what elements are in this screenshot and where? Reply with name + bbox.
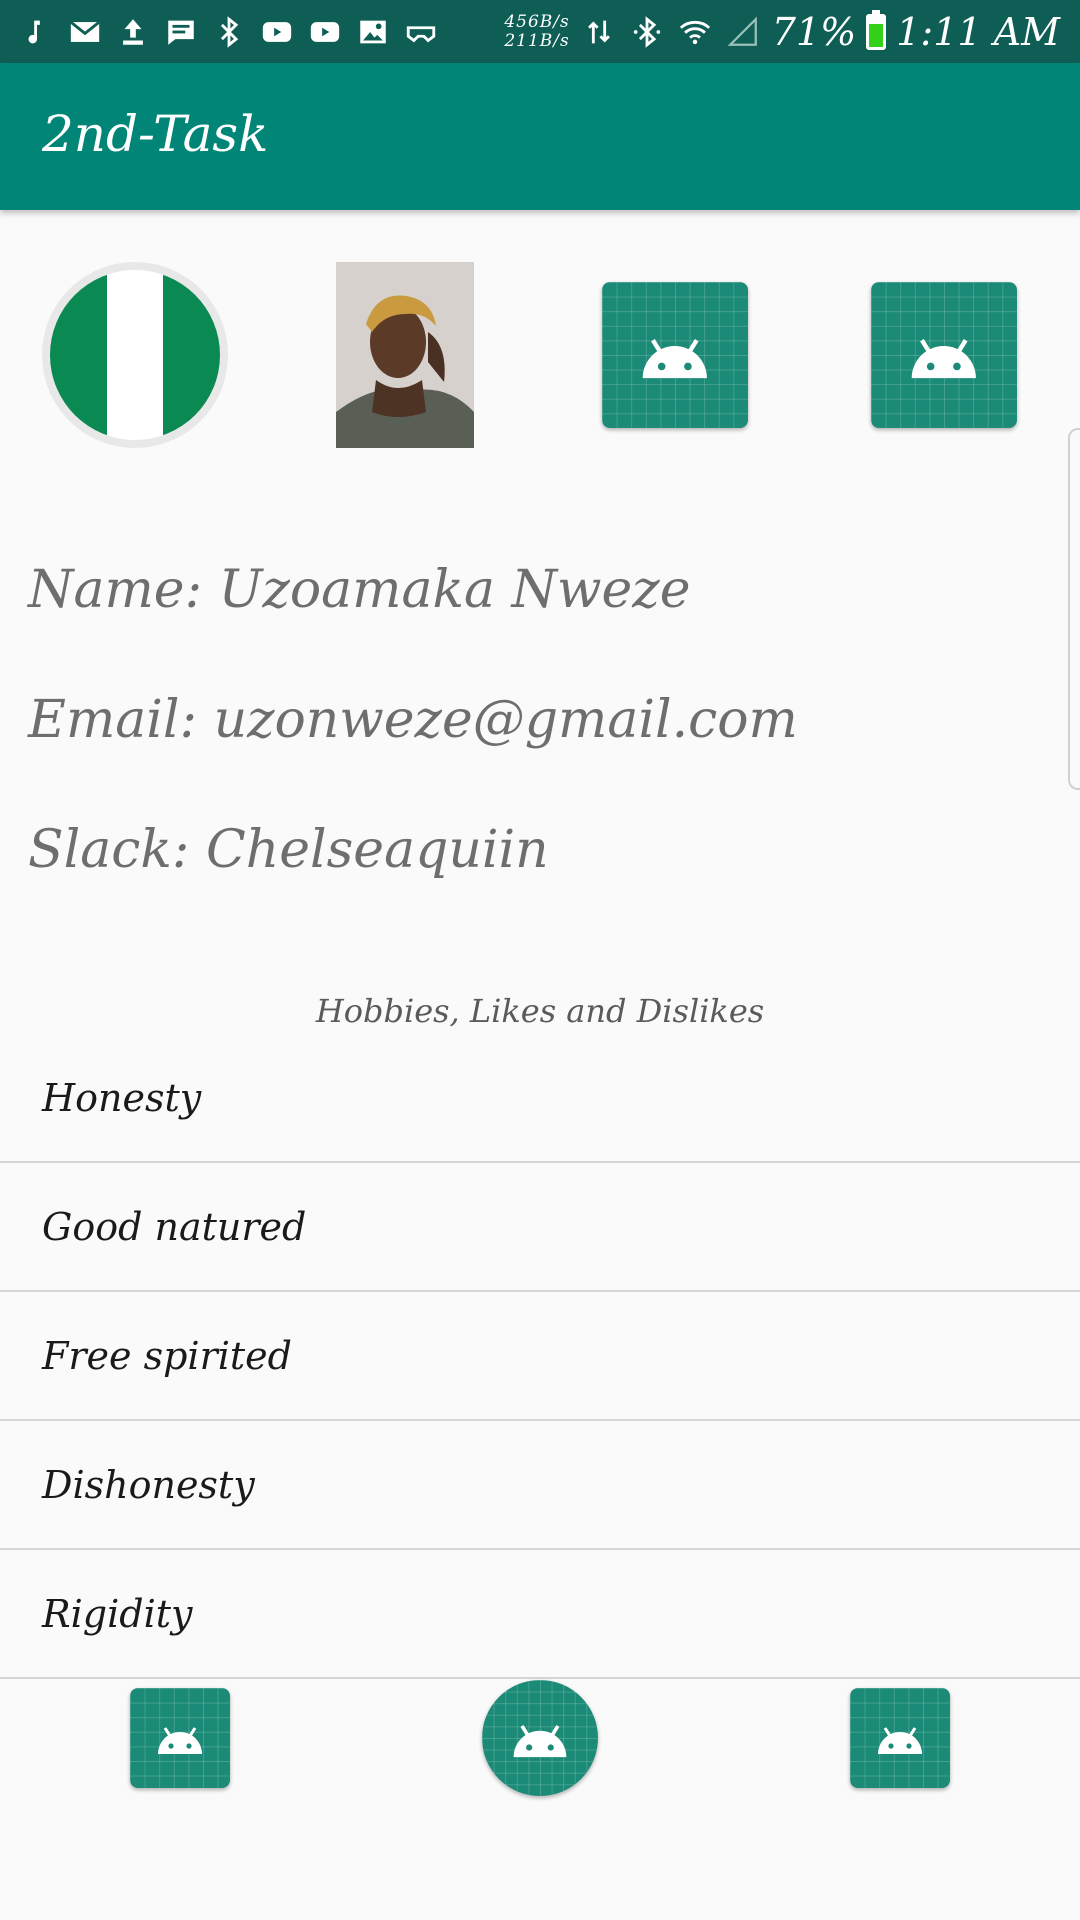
android-icon[interactable] (850, 1688, 950, 1788)
list-item[interactable]: Honesty (0, 1034, 1080, 1163)
status-bar: 456B/s 211B/s 71% 1:11 AM (0, 0, 1080, 63)
section-heading: Hobbies, Likes and Dislikes (315, 992, 765, 1030)
bluetooth-icon (210, 13, 248, 51)
android-icon[interactable] (871, 282, 1017, 428)
clock: 1:11 AM (896, 9, 1060, 54)
wifi-icon (676, 13, 714, 51)
data-transfer-icon (580, 13, 618, 51)
profile-photo[interactable] (336, 262, 474, 448)
app-title: 2nd-Task (42, 105, 269, 163)
android-round-icon[interactable] (482, 1680, 598, 1796)
list-item[interactable]: Good natured (0, 1163, 1080, 1292)
network-speed: 456B/s 211B/s (504, 11, 570, 51)
status-indicators: 456B/s 211B/s 71% 1:11 AM (504, 0, 1060, 63)
cell-signal-icon (724, 13, 762, 51)
app-bar: 2nd-Task (0, 63, 1080, 210)
list-item[interactable]: Free spirited (0, 1292, 1080, 1421)
list-item[interactable]: Rigidity (0, 1550, 1080, 1679)
battery-icon (866, 9, 887, 50)
android-icon[interactable] (130, 1688, 230, 1788)
nigeria-flag-icon[interactable] (42, 262, 228, 448)
youtube-icon (306, 13, 344, 51)
battery-fill (869, 23, 884, 47)
notification-icons (18, 0, 440, 63)
image-icon (354, 13, 392, 51)
vr-headset-icon (402, 13, 440, 51)
list-item[interactable]: Dishonesty (0, 1421, 1080, 1550)
message-icon (162, 13, 200, 51)
profile-slack: Slack: Chelseaquiin (28, 820, 549, 880)
download-speed: 211B/s (504, 30, 570, 51)
upload-speed: 456B/s (504, 11, 570, 32)
music-note-icon (18, 13, 56, 51)
traits-list: Honesty Good natured Free spirited Disho… (0, 1034, 1080, 1679)
profile-email: Email: uzonweze@gmail.com (28, 690, 798, 750)
profile-name: Name: Uzoamaka Nweze (28, 560, 691, 620)
mail-icon (66, 13, 104, 51)
bluetooth-icon (628, 13, 666, 51)
android-icon[interactable] (602, 282, 748, 428)
battery-percent: 71% (771, 9, 857, 54)
youtube-icon (258, 13, 296, 51)
upload-icon (114, 13, 152, 51)
edge-panel-handle[interactable] (1068, 428, 1080, 790)
